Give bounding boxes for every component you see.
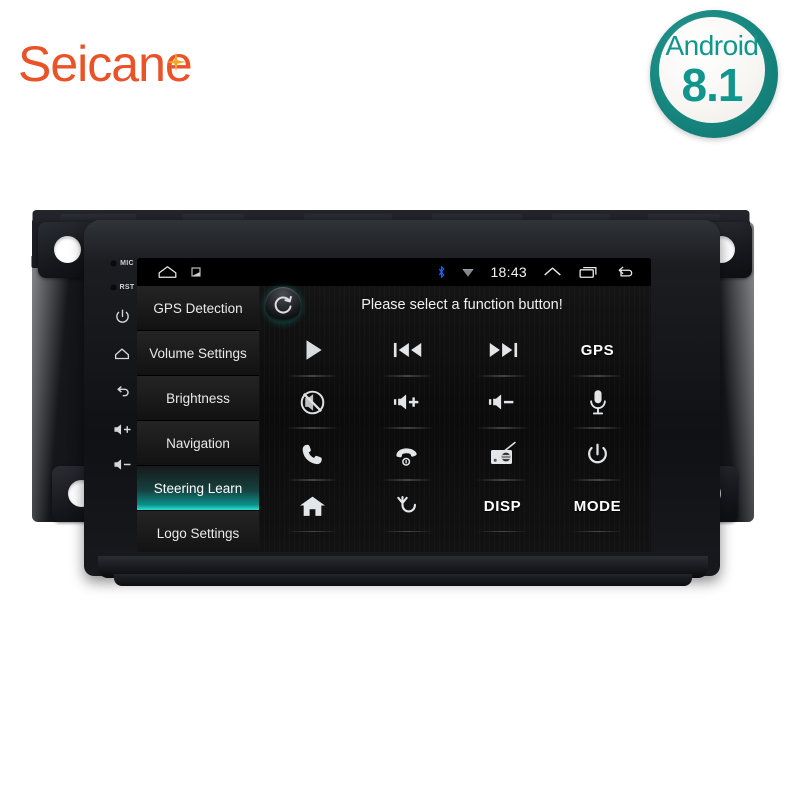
sidebar-item-navigation[interactable]: Navigation — [137, 421, 259, 466]
hardware-key-column: MIC RST — [102, 252, 142, 512]
mic-hole-dot — [110, 260, 118, 267]
android-label: Android — [665, 29, 759, 61]
power-icon — [588, 443, 607, 463]
mode-button-label: MODE — [573, 497, 622, 515]
sidebar-item-steering-learn[interactable]: Steering Learn — [137, 466, 259, 511]
back-icon[interactable] — [614, 265, 635, 279]
disp-button[interactable]: DISP — [455, 480, 550, 532]
settings-sidebar: GPS Detection Volume Settings Brightness… — [137, 286, 259, 552]
screw-hole — [54, 236, 81, 263]
radio-icon — [490, 441, 516, 464]
next-button[interactable] — [455, 324, 550, 376]
car-head-unit: MIC RST 18:43 GPS Detection Volume Setti… — [18, 196, 782, 612]
voice-button[interactable] — [550, 376, 645, 428]
notification-square-icon[interactable] — [191, 267, 201, 277]
android-version-badge: Android 8.1 — [650, 10, 778, 138]
phone-hangup-icon — [396, 448, 417, 466]
reset-hole: RST — [109, 284, 135, 291]
volume-up-icon — [393, 394, 418, 410]
call-button[interactable] — [265, 428, 360, 480]
volume-down-button[interactable] — [455, 376, 550, 428]
home-button[interactable] — [265, 480, 360, 532]
power-icon[interactable] — [114, 308, 131, 325]
previous-track-icon — [393, 342, 421, 358]
android-version-number: 8.1 — [681, 58, 744, 111]
sidebar-item-brightness[interactable]: Brightness — [137, 376, 259, 421]
status-bar-left — [137, 265, 201, 279]
refresh-button[interactable] — [265, 287, 301, 323]
status-bar-right: 18:43 — [437, 264, 651, 280]
hangup-button[interactable] — [360, 428, 455, 480]
wifi-icon — [463, 268, 474, 277]
sidebar-item-label: GPS Detection — [153, 300, 243, 316]
microphone-icon — [589, 389, 606, 414]
brand-name: Seicane — [18, 36, 193, 92]
chevron-up-icon[interactable] — [543, 265, 562, 279]
refresh-icon — [274, 295, 292, 314]
return-button[interactable] — [360, 480, 455, 532]
mic-label: MIC — [120, 260, 134, 267]
lcd-screen: 18:43 GPS Detection Volume Settings Brig… — [137, 258, 651, 552]
sidebar-item-label: Logo Settings — [156, 525, 240, 541]
sidebar-item-gps-detection[interactable]: GPS Detection — [137, 286, 259, 331]
reset-hole-dot — [109, 284, 117, 291]
reset-label: RST — [119, 284, 135, 291]
volume-down-icon[interactable] — [113, 457, 132, 472]
sidebar-item-label: Volume Settings — [149, 345, 247, 361]
volume-up-icon[interactable] — [113, 422, 132, 437]
home-filled-icon — [300, 496, 325, 516]
sidebar-item-logo-settings[interactable]: Logo Settings — [137, 511, 259, 552]
phone-call-icon — [302, 444, 322, 464]
sidebar-item-label: Navigation — [166, 435, 230, 451]
play-button[interactable] — [265, 324, 360, 376]
function-panel: Please select a function button! GPS DIS… — [259, 286, 651, 552]
disp-button-label: DISP — [483, 497, 522, 515]
screenshot-root: Seicane Android 8.1 MIC RST 18:43 GPS De… — [0, 0, 800, 800]
recents-icon[interactable] — [578, 265, 598, 279]
home-icon[interactable] — [113, 345, 131, 363]
mode-button[interactable]: MODE — [550, 480, 645, 532]
status-bar-clock: 18:43 — [490, 264, 527, 280]
sidebar-item-label: Steering Learn — [153, 480, 243, 496]
mute-icon — [300, 390, 325, 414]
power-button[interactable] — [550, 428, 645, 480]
unit-bottom-lip-2 — [114, 574, 692, 586]
sidebar-item-volume-settings[interactable]: Volume Settings — [137, 331, 259, 376]
gps-button-label: GPS — [580, 341, 615, 359]
android-badge-inner: Android 8.1 — [659, 17, 765, 123]
play-icon — [306, 340, 322, 360]
mute-button[interactable] — [265, 376, 360, 428]
panel-header: Please select a function button! — [259, 286, 651, 324]
function-button-grid: GPS DISP MODE — [259, 324, 651, 532]
home-outline-icon[interactable] — [157, 265, 178, 279]
back-icon[interactable] — [113, 383, 132, 402]
volume-down-icon — [488, 394, 513, 410]
radio-button[interactable] — [455, 428, 550, 480]
volume-up-button[interactable] — [360, 376, 455, 428]
gps-button[interactable]: GPS — [550, 324, 645, 376]
return-arrow-icon — [396, 495, 416, 513]
previous-button[interactable] — [360, 324, 455, 376]
mic-hole: MIC — [110, 260, 134, 267]
next-track-icon — [489, 342, 517, 358]
sidebar-item-label: Brightness — [166, 390, 230, 406]
brand-logo: Seicane — [18, 34, 193, 94]
android-status-bar: 18:43 — [137, 258, 651, 286]
panel-title: Please select a function button! — [361, 297, 563, 313]
bluetooth-icon — [439, 266, 445, 278]
